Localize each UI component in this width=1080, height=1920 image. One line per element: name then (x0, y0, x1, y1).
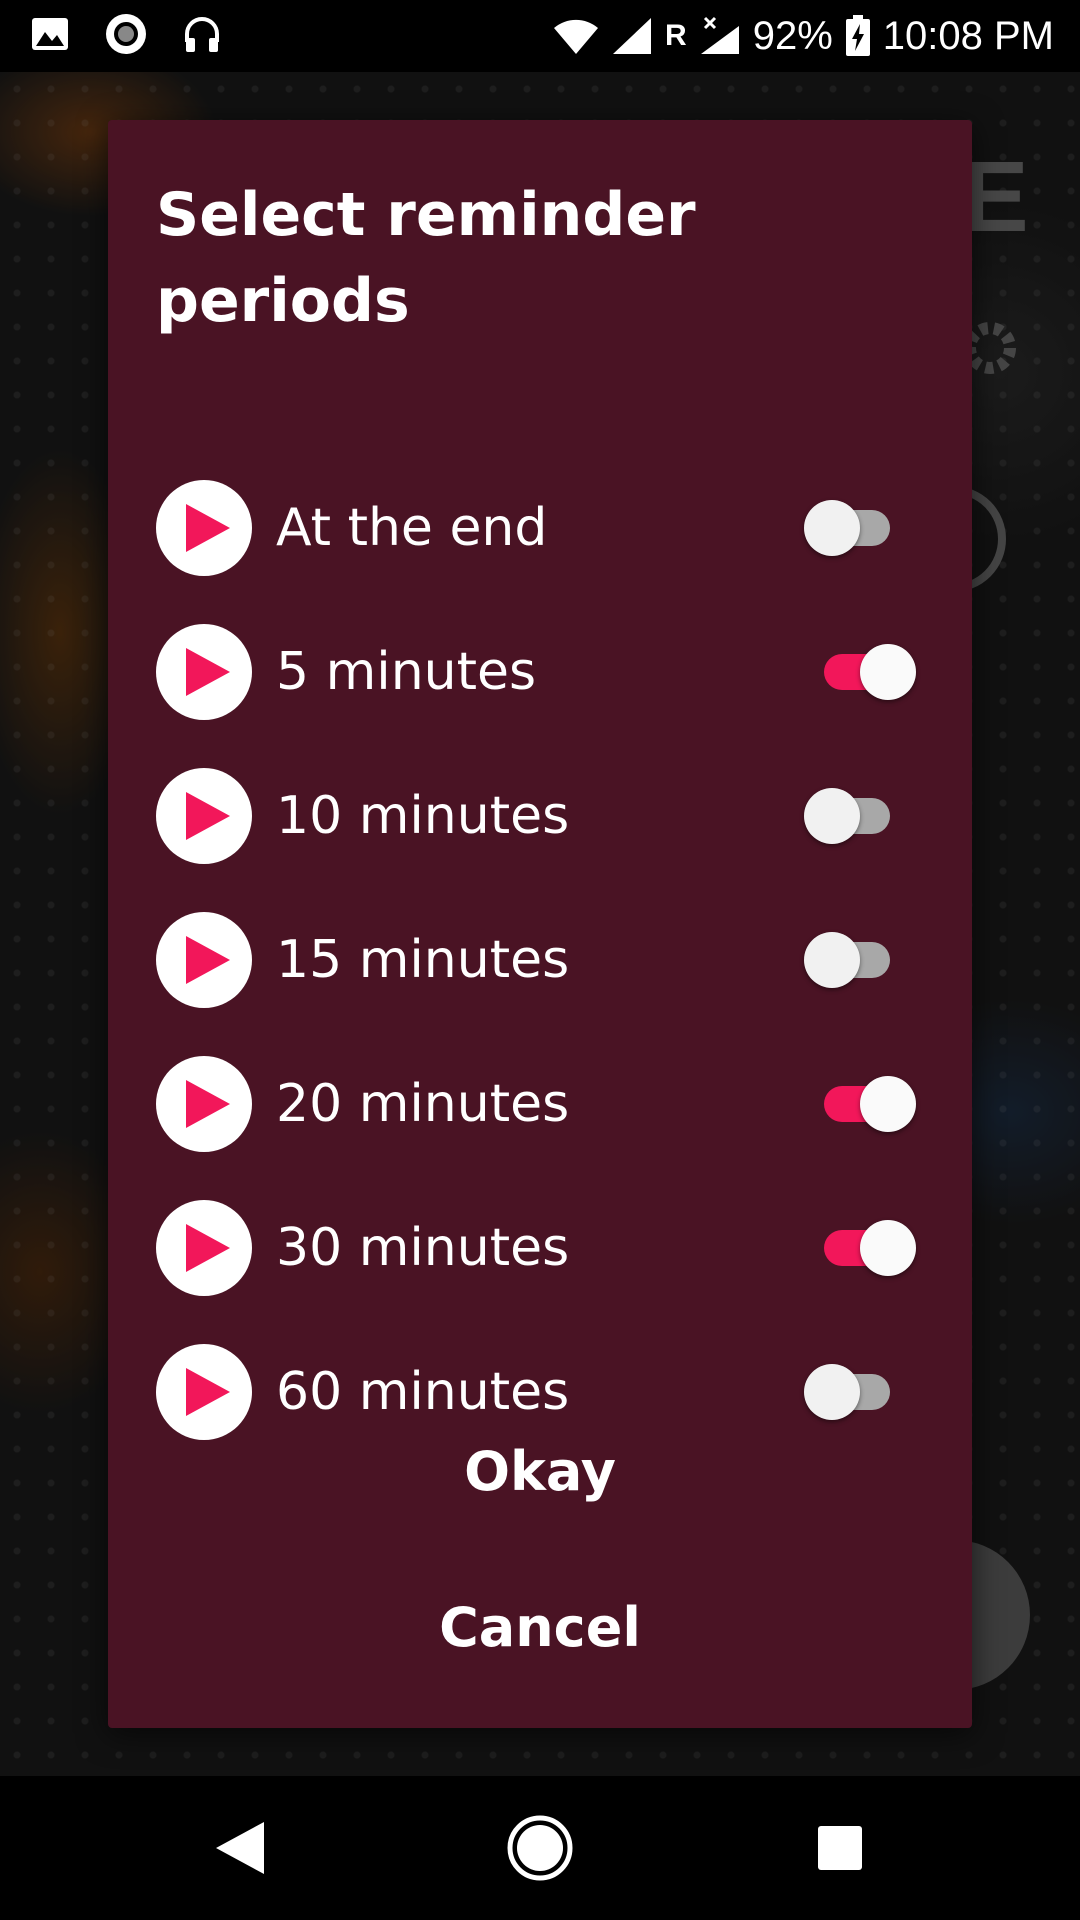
home-icon (507, 1815, 573, 1881)
reminder-option-15-minutes: 15 minutes (108, 888, 972, 1032)
battery-charging-icon (845, 15, 871, 57)
option-label: 30 minutes (276, 1218, 570, 1278)
play-icon (186, 504, 230, 552)
okay-button[interactable]: Okay (108, 1412, 972, 1532)
reminder-option-at-the-end: At the end (108, 456, 972, 600)
toggle-thumb (804, 500, 860, 556)
play-icon (186, 936, 230, 984)
home-button[interactable] (500, 1808, 580, 1888)
option-label: At the end (276, 498, 548, 558)
radio-icon (104, 12, 148, 56)
reminder-option-10-minutes: 10 minutes (108, 744, 972, 888)
option-toggle[interactable] (794, 788, 914, 844)
reminder-option-20-minutes: 20 minutes (108, 1032, 972, 1176)
recents-button[interactable] (800, 1808, 880, 1888)
status-bar: R 92% 10:08 PM (0, 0, 1080, 72)
screen: R 92% 10:08 PM E Select reminder periods… (0, 0, 1080, 1920)
reminder-option-30-minutes: 30 minutes (108, 1176, 972, 1320)
play-icon (186, 792, 230, 840)
toggle-thumb (860, 644, 916, 700)
play-preview-button[interactable] (156, 480, 252, 576)
play-preview-button[interactable] (156, 1200, 252, 1296)
roaming-indicator: R (665, 19, 687, 52)
toggle-thumb (804, 932, 860, 988)
play-preview-button[interactable] (156, 1056, 252, 1152)
option-label: 20 minutes (276, 1074, 570, 1134)
play-preview-button[interactable] (156, 624, 252, 720)
clock: 10:08 PM (882, 14, 1054, 58)
play-icon (186, 1080, 230, 1128)
play-icon (186, 1368, 230, 1416)
option-toggle[interactable] (794, 644, 916, 700)
dialog-title: Select reminder periods (156, 180, 696, 336)
play-preview-button[interactable] (156, 768, 252, 864)
battery-percent: 92% (752, 14, 833, 58)
navigation-bar (0, 1776, 1080, 1920)
option-toggle[interactable] (794, 500, 914, 556)
option-label: 5 minutes (276, 642, 537, 702)
notification-icons (30, 12, 222, 56)
option-label: 10 minutes (276, 786, 570, 846)
reminder-option-5-minutes: 5 minutes (108, 600, 972, 744)
back-button[interactable] (200, 1808, 280, 1888)
headphones-icon (182, 14, 222, 54)
option-toggle[interactable] (794, 1220, 916, 1276)
play-icon (186, 1224, 230, 1272)
wifi-icon (553, 16, 599, 56)
toggle-thumb (860, 1076, 916, 1132)
play-preview-button[interactable] (156, 912, 252, 1008)
system-icons: R 92% 10:08 PM (553, 10, 1054, 62)
option-toggle[interactable] (794, 1076, 916, 1132)
signal-x-icon (699, 16, 741, 56)
toggle-thumb (804, 788, 860, 844)
play-icon (186, 648, 230, 696)
reminder-options-list: At the end 5 minutes 10 minutes 15 minut… (108, 456, 972, 1464)
signal-icon (611, 16, 653, 56)
option-toggle[interactable] (794, 932, 914, 988)
recents-icon (818, 1826, 862, 1870)
image-icon (30, 14, 70, 54)
cancel-button[interactable]: Cancel (108, 1568, 972, 1688)
toggle-thumb (860, 1220, 916, 1276)
option-label: 15 minutes (276, 930, 570, 990)
reminder-periods-dialog: Select reminder periods At the end 5 min… (108, 120, 972, 1728)
back-icon (216, 1822, 264, 1874)
